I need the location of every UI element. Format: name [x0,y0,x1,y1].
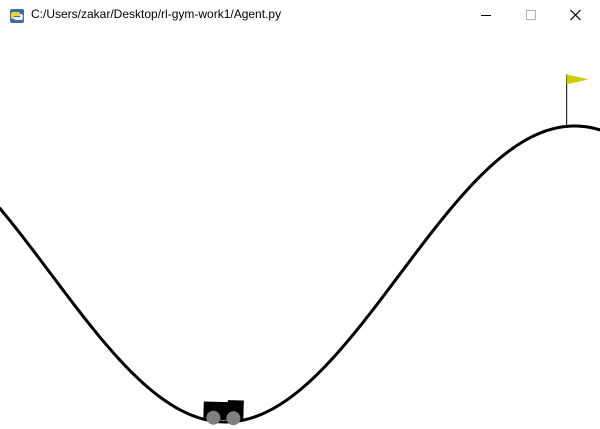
mountain-terrain [0,124,600,424]
minimize-icon [481,15,491,16]
maximize-icon [526,10,536,20]
close-icon [570,9,581,21]
window-title: C:/Users/zakar/Desktop/rl-gym-work1/Agen… [31,7,282,21]
title-bar[interactable]: C:/Users/zakar/Desktop/rl-gym-work1/Agen… [0,0,600,30]
maximize-button[interactable] [509,0,555,30]
game-canvas [0,74,600,426]
minimize-button[interactable] [463,0,509,30]
flag-cloth [566,74,589,85]
flag [566,74,589,127]
close-button[interactable] [554,0,600,30]
app-window: C:/Users/zakar/Desktop/rl-gym-work1/Agen… [0,0,600,429]
car-cabin [227,400,244,404]
python-icon [9,8,25,24]
